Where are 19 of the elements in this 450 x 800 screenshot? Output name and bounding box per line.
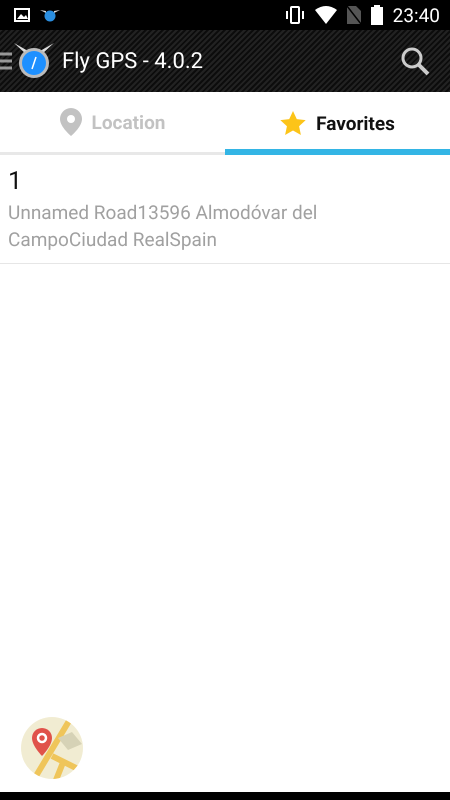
tab[interactable]: Favorites (225, 92, 450, 155)
no-sim-icon (346, 6, 361, 24)
compass-icon (40, 8, 60, 22)
wifi-icon (314, 6, 337, 24)
tab-label: Favorites (316, 112, 395, 135)
tab-label: Location (92, 110, 166, 134)
vibrate-icon (284, 6, 305, 24)
search-icon[interactable] (400, 46, 430, 76)
favorite-title: 1 (8, 167, 24, 196)
location-pin-icon (60, 108, 82, 136)
favorite-item[interactable]: 1 Unnamed Road13596 Almodóvar del CampoCiudad RealSpain (0, 155, 450, 264)
image-icon (14, 8, 30, 22)
star-icon (280, 111, 306, 136)
clock-time: 23:40 (392, 4, 440, 26)
app-title: Fly GPS - 4.0.2 (62, 48, 204, 74)
compass-logo-icon (12, 41, 56, 81)
menu-icon[interactable] (0, 51, 12, 71)
favorite-address: Unnamed Road13596 Almodóvar del CampoCiudad RealSpain (8, 200, 318, 253)
battery-icon (370, 5, 383, 25)
